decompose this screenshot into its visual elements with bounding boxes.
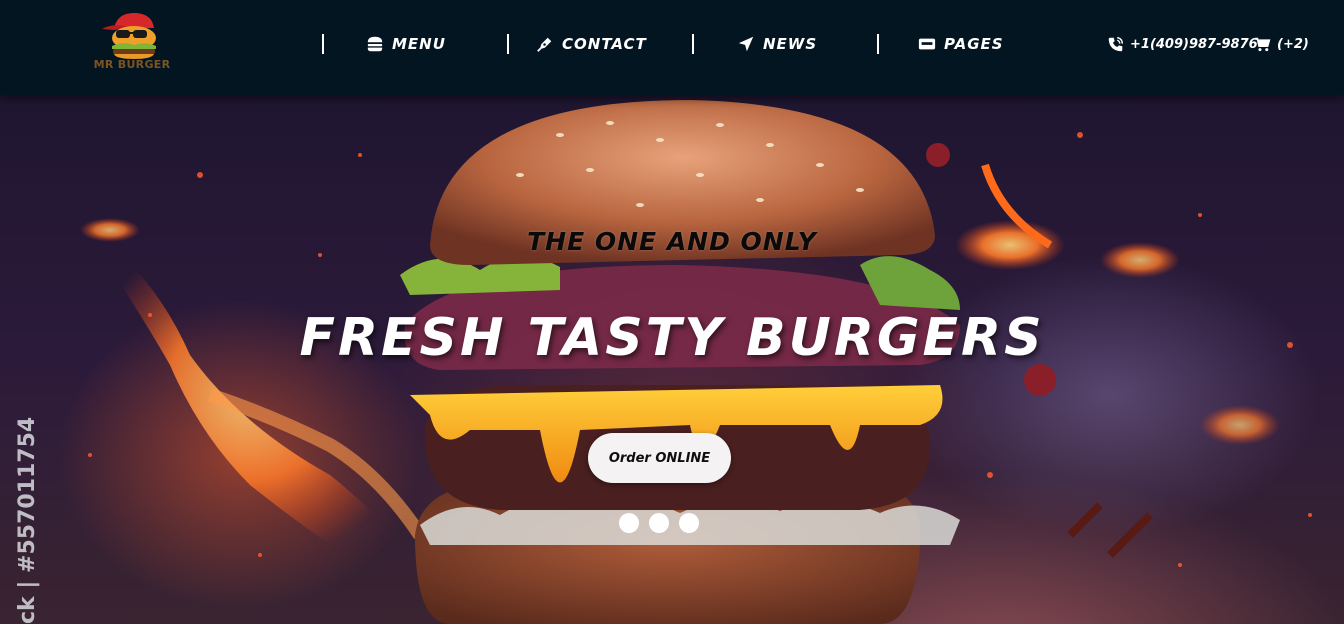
nav-separator [692, 34, 694, 54]
brand-name: MR BURGER [93, 58, 171, 71]
nav-item-contact[interactable]: CONTACT [536, 33, 647, 55]
burger-mascot-icon [102, 12, 156, 59]
nav-item-label: PAGES [944, 35, 1004, 53]
cart-icon [1254, 37, 1271, 51]
nav-item-pages[interactable]: PAGES [918, 33, 1004, 55]
order-online-button[interactable]: Order ONLINE [588, 433, 731, 483]
burger-icon [367, 36, 383, 52]
nav-item-news[interactable]: NEWS [737, 33, 817, 55]
nav-separator [877, 34, 879, 54]
phone-link[interactable]: +1(409)987-9876 [1107, 33, 1258, 55]
phone-number: +1(409)987-9876 [1130, 36, 1258, 52]
site-header: MR BURGER MENU CONTACT NEWS PAGES +1(409… [0, 0, 1344, 95]
phone-icon [1108, 36, 1123, 51]
nav-item-label: NEWS [763, 35, 818, 53]
cart-button[interactable]: (+2) [1254, 33, 1309, 55]
pen-icon [537, 37, 552, 52]
stock-watermark: ck | #557011754 [15, 416, 40, 624]
brand-logo[interactable]: MR BURGER [92, 8, 172, 76]
carousel-dot-1[interactable] [619, 513, 639, 533]
hero-banner: ck | #557011754 THE ONE AND ONLY FRESH T… [0, 95, 1344, 624]
location-arrow-icon [738, 36, 754, 52]
nav-item-label: CONTACT [562, 35, 647, 53]
nav-item-menu[interactable]: MENU [366, 33, 446, 55]
nav-separator [507, 34, 509, 54]
nav-item-label: MENU [392, 35, 446, 53]
carousel-dot-2[interactable] [649, 513, 669, 533]
carousel-dot-3[interactable] [679, 513, 699, 533]
cart-count: (+2) [1277, 36, 1309, 52]
hero-headline: FRESH TASTY BURGERS [299, 308, 1045, 368]
hero-tagline: THE ONE AND ONLY [527, 227, 817, 256]
nav-separator [322, 34, 324, 54]
carousel-indicators [619, 513, 699, 533]
card-icon [918, 38, 936, 50]
